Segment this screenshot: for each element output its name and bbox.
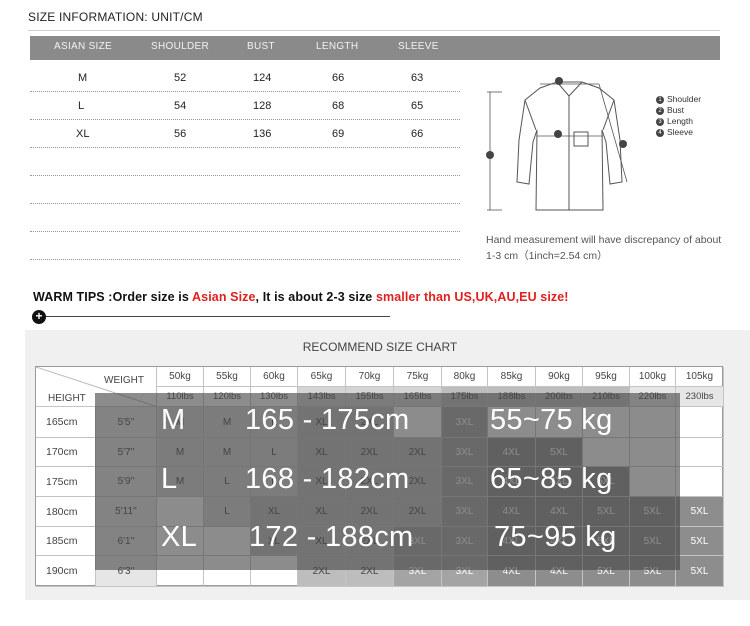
size-row-xl: XL 56 136 69 66 — [30, 120, 460, 148]
size-row-empty — [30, 232, 460, 260]
measurement-legend: 1 Shoulder 2 Bust 3 Length 4 Sleeve — [656, 94, 701, 138]
number-icon: 2 — [656, 106, 664, 115]
size-table-header: ASIAN SIZE SHOULDER BUST LENGTH SLEEVE — [30, 36, 720, 60]
overlay-height: 168 - 182cm — [245, 463, 410, 495]
kg-header-cell: 55kg — [204, 367, 251, 387]
size-row-empty — [30, 148, 460, 176]
size-cell: 5XL — [676, 497, 724, 527]
size-cell: 65 — [411, 100, 424, 112]
overlay-weight: 65~85 kg — [490, 463, 613, 495]
size-cell: 136 — [253, 128, 272, 140]
legend-item: 3 Length — [656, 116, 701, 127]
header-sleeve: SLEEVE — [398, 41, 439, 52]
size-cell: 124 — [253, 72, 272, 84]
kg-header-cell: 60kg — [251, 367, 298, 387]
size-cell: 68 — [332, 100, 345, 112]
overlay-height: 172 - 188cm — [249, 521, 414, 553]
plus-divider: + — [32, 310, 392, 324]
kg-header-cell: 90kg — [536, 367, 583, 387]
legend-label: Shoulder — [667, 94, 702, 104]
size-cell: 128 — [253, 100, 272, 112]
overlay-height: 165 - 175cm — [245, 404, 410, 436]
kg-header-cell: 80kg — [442, 367, 488, 387]
size-cell: XL — [76, 128, 90, 140]
size-cell: 5XL — [676, 527, 724, 556]
size-cell: 69 — [332, 128, 345, 140]
overlay-size: XL — [161, 521, 198, 553]
size-cell — [676, 407, 724, 438]
size-cell: 54 — [174, 100, 187, 112]
number-icon: 3 — [656, 117, 664, 126]
smaller-size-highlight: smaller than US,UK,AU,EU size! — [375, 290, 569, 304]
kg-header-cell: 75kg — [394, 367, 442, 387]
height-cm-cell: 165cm — [36, 407, 96, 438]
kg-header-cell: 105kg — [676, 367, 724, 387]
height-cm-cell: 185cm — [36, 527, 96, 556]
size-row-empty — [30, 176, 460, 204]
warm-tips-prefix: WARM TIPS :Order size is — [33, 290, 193, 304]
legend-item: 1 Shoulder — [656, 94, 701, 105]
size-cell — [676, 438, 724, 467]
legend-item: 2 Bust — [656, 105, 701, 116]
size-cell: 52 — [174, 72, 187, 84]
height-cm-cell: 180cm — [36, 497, 96, 527]
legend-label: Bust — [667, 105, 685, 115]
height-cm-cell: 170cm — [36, 438, 96, 467]
measurement-note: Hand measurement will have discrepancy o… — [486, 234, 722, 262]
number-icon: 1 — [656, 95, 664, 104]
plus-icon: + — [32, 310, 46, 324]
height-cm-cell: 190cm — [36, 556, 96, 587]
overlay-weight: 55~75 kg — [490, 404, 613, 436]
size-cell: 5XL — [676, 556, 724, 587]
header-bust: BUST — [247, 41, 275, 52]
header-length: LENGTH — [316, 41, 359, 52]
legend-item: 4 Sleeve — [656, 127, 701, 138]
recommend-chart-title: RECOMMEND SIZE CHART — [302, 340, 458, 354]
size-cell: L — [78, 100, 85, 112]
legend-label: Length — [667, 116, 693, 126]
size-row-m: M 52 124 66 63 — [30, 64, 460, 92]
number-icon: 4 — [656, 128, 664, 137]
overlay-size: M — [161, 404, 186, 436]
size-row-empty — [30, 204, 460, 232]
warm-tips-middle: , It is about 2-3 size — [255, 290, 376, 304]
kg-header-cell: 50kg — [157, 367, 204, 387]
size-cell: 66 — [332, 72, 345, 84]
size-cell: 56 — [174, 128, 187, 140]
header-shoulder: SHOULDER — [151, 41, 209, 52]
kg-header-cell: 95kg — [583, 367, 630, 387]
kg-header-cell: 100kg — [630, 367, 676, 387]
legend-label: Sleeve — [667, 127, 693, 137]
warm-tips: WARM TIPS :Order size is Asian Size, It … — [33, 290, 569, 304]
kg-header-cell: 70kg — [346, 367, 394, 387]
size-cell: M — [78, 72, 88, 84]
divider — [46, 316, 390, 317]
kg-header-cell: 85kg — [488, 367, 536, 387]
lbs-header-cell: 230lbs — [676, 387, 724, 407]
shirt-diagram — [486, 77, 628, 211]
asian-size-highlight: Asian Size — [192, 290, 256, 304]
overlay-weight: 75~95 kg — [494, 521, 617, 553]
size-info-title: SIZE INFORMATION: UNIT/CM — [28, 10, 203, 24]
size-row-l: L 54 128 68 65 — [30, 92, 460, 120]
height-cm-cell: 175cm — [36, 467, 96, 497]
size-cell — [676, 467, 724, 497]
overlay-size: L — [161, 463, 178, 495]
size-cell: 66 — [411, 128, 424, 140]
size-cell: 63 — [411, 72, 424, 84]
divider — [28, 30, 720, 31]
header-asian-size: ASIAN SIZE — [54, 41, 113, 52]
kg-header-cell: 65kg — [298, 367, 346, 387]
